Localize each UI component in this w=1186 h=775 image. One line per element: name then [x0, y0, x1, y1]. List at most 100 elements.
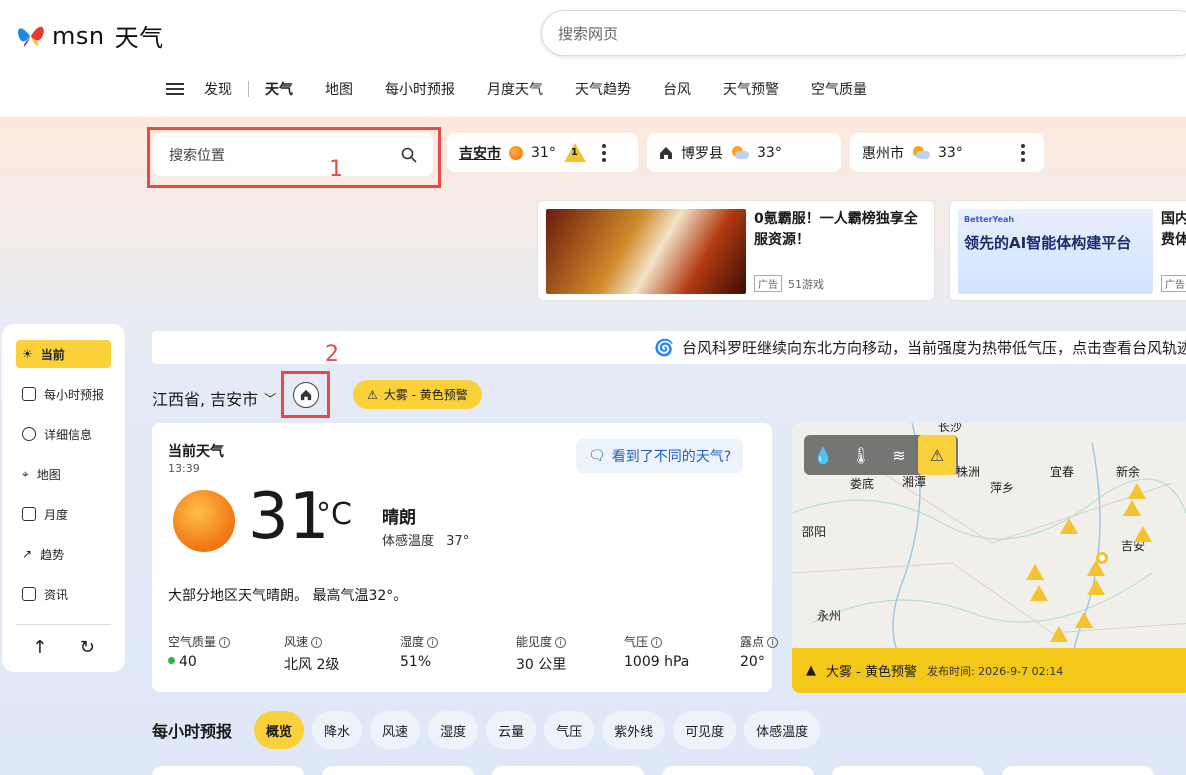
- annotation-box-2: [281, 371, 330, 418]
- warning-marker-icon[interactable]: [1050, 626, 1068, 642]
- info-icon[interactable]: i: [219, 637, 231, 648]
- hourly-card[interactable]: [662, 766, 814, 775]
- sun-icon: ☀: [22, 347, 33, 361]
- metric-air-quality[interactable]: 空气质量 i 40: [168, 633, 284, 674]
- precipitation-layer-icon[interactable]: 💧: [804, 435, 842, 475]
- trend-chart-icon: ↗: [22, 547, 33, 561]
- more-options-icon[interactable]: [1020, 143, 1025, 162]
- search-icon[interactable]: [401, 147, 417, 163]
- nav-monthly[interactable]: 月度天气: [487, 79, 543, 99]
- nav-discover[interactable]: 发现: [204, 79, 232, 99]
- map-layer-toolbar: 💧 🌡 ≋ ⚠: [804, 435, 958, 475]
- hourly-card[interactable]: [832, 766, 984, 775]
- map-city-label: 娄底: [850, 477, 875, 491]
- chip-pressure[interactable]: 气压: [544, 711, 595, 749]
- ad-card-game[interactable]: 0氪霸服！一人霸榜独享全服资源！ 广告 51游戏: [537, 200, 935, 301]
- metric-wind[interactable]: 风速 i 北风 2级: [284, 633, 400, 674]
- current-location-marker: [1096, 552, 1108, 564]
- warning-layer-icon[interactable]: ⚠: [918, 435, 956, 475]
- hourly-card[interactable]: [322, 766, 474, 775]
- hourly-card[interactable]: [152, 766, 304, 775]
- chip-uv[interactable]: 紫外线: [602, 711, 666, 749]
- saved-location-jian[interactable]: 吉安市 31° 1: [447, 133, 638, 172]
- warning-icon: 1: [563, 143, 586, 162]
- chip-humidity[interactable]: 湿度: [428, 711, 479, 749]
- info-icon[interactable]: i: [651, 637, 663, 648]
- hourly-card[interactable]: [1002, 766, 1154, 775]
- sidebar-item-label: 当前: [40, 347, 65, 362]
- sunny-icon: [509, 145, 523, 160]
- fog-alert-badge[interactable]: ⚠ 大雾 - 黄色预警: [353, 380, 482, 409]
- nav-hourly[interactable]: 每小时预报: [385, 79, 455, 99]
- warning-marker-icon[interactable]: [1123, 500, 1141, 516]
- sidebar-item-map[interactable]: ⌖ 地图: [16, 460, 111, 488]
- ad-image: [546, 209, 746, 294]
- refresh-icon[interactable]: ↻: [80, 637, 95, 658]
- info-icon[interactable]: i: [555, 637, 567, 648]
- more-options-icon[interactable]: [601, 143, 606, 162]
- location-title: 江西省, 吉安市: [152, 390, 259, 409]
- temperature-unit: °C: [316, 497, 352, 532]
- nav-typhoon[interactable]: 台风: [663, 79, 691, 99]
- chip-cloud[interactable]: 云量: [486, 711, 537, 749]
- chip-wind[interactable]: 风速: [370, 711, 421, 749]
- nav-weather[interactable]: 天气: [265, 79, 293, 99]
- warning-marker-icon[interactable]: [1030, 585, 1048, 601]
- location-name: 吉安市: [459, 145, 501, 162]
- sidebar-item-hourly[interactable]: 每小时预报: [16, 380, 111, 408]
- warning-marker-icon[interactable]: [1128, 483, 1146, 499]
- menu-icon[interactable]: [166, 83, 184, 95]
- sidebar-item-details[interactable]: 详细信息: [16, 420, 111, 448]
- info-icon[interactable]: i: [311, 637, 323, 648]
- partly-cloudy-icon: [912, 145, 930, 160]
- chip-precipitation[interactable]: 降水: [312, 711, 363, 749]
- set-home-button[interactable]: [292, 381, 319, 408]
- location-name: 惠州市: [862, 145, 904, 162]
- ad-title-line2: 费体: [1161, 232, 1186, 248]
- location-selector[interactable]: 江西省, 吉安市 ﹀: [152, 386, 276, 410]
- map-alert-bar[interactable]: ▲ 大雾 - 黄色预警 发布时间: 2026-9-7 02:14: [792, 648, 1186, 693]
- wind-layer-icon[interactable]: ≋: [880, 435, 918, 475]
- warning-marker-icon[interactable]: [1026, 564, 1044, 580]
- warning-marker-icon[interactable]: [1060, 518, 1078, 534]
- warning-marker-icon[interactable]: [1134, 526, 1152, 542]
- metric-label: 空气质量: [168, 635, 217, 649]
- chip-feels-like[interactable]: 体感温度: [744, 711, 821, 749]
- sidebar-item-monthly[interactable]: 月度: [16, 500, 111, 528]
- nav-air-quality[interactable]: 空气质量: [811, 79, 867, 99]
- metric-visibility[interactable]: 能见度 i 30 公里: [516, 633, 624, 674]
- sidebar-item-current[interactable]: ☀ 当前: [16, 340, 111, 368]
- map-city-label: 湘潭: [902, 475, 927, 489]
- saved-location-boluo[interactable]: 博罗县 33°: [647, 133, 841, 172]
- alert-count: 1: [570, 147, 578, 158]
- metric-label: 气压: [624, 635, 649, 649]
- metric-humidity[interactable]: 湿度 i 51%: [400, 633, 516, 674]
- nav-warnings[interactable]: 天气预警: [723, 79, 779, 99]
- weather-map[interactable]: 💧 🌡 ≋ ⚠ 长沙 娄底 湘潭 株洲 萍乡 宜春 新余 邵阳 吉安 永州 ▲ …: [792, 423, 1186, 693]
- map-alert-published: 发布时间: 2026-9-7 02:14: [926, 664, 1064, 678]
- warning-marker-icon[interactable]: [1087, 579, 1105, 595]
- chip-overview[interactable]: 概览: [254, 711, 305, 749]
- warning-marker-icon[interactable]: [1075, 612, 1093, 628]
- chip-visibility[interactable]: 可见度: [673, 711, 737, 749]
- location-search-input[interactable]: 搜索位置: [153, 133, 433, 176]
- different-weather-button[interactable]: 🗨 看到了不同的天气?: [576, 439, 744, 473]
- sidebar-item-news[interactable]: 资讯: [16, 580, 111, 608]
- info-icon[interactable]: i: [767, 637, 779, 648]
- metric-dew-point[interactable]: 露点 i 20°: [740, 633, 790, 674]
- metric-pressure[interactable]: 气压 i 1009 hPa: [624, 633, 740, 674]
- nav-map[interactable]: 地图: [325, 79, 353, 99]
- sidebar-item-trends[interactable]: ↗ 趋势: [16, 540, 111, 568]
- info-icon[interactable]: i: [427, 637, 439, 648]
- scroll-top-icon[interactable]: ↑: [32, 637, 47, 658]
- ad-card-ai[interactable]: BetterYeah 领先的AI智能体构建平台 国内 费体 广告: [949, 200, 1186, 301]
- msn-logo[interactable]: msn 天气: [16, 18, 164, 53]
- web-search-input[interactable]: 搜索网页: [541, 10, 1186, 56]
- nav-trends[interactable]: 天气趋势: [575, 79, 631, 99]
- typhoon-banner[interactable]: 🌀 台风科罗旺继续向东北方向移动，当前强度为热带低气压，点击查看台风轨迹: [152, 331, 1186, 364]
- hourly-card[interactable]: [492, 766, 644, 775]
- temperature-layer-icon[interactable]: 🌡: [842, 435, 880, 475]
- saved-location-huizhou[interactable]: 惠州市 33°: [850, 133, 1044, 172]
- ad-tag: 广告: [1161, 275, 1186, 292]
- metric-value: 1009 hPa: [624, 654, 690, 670]
